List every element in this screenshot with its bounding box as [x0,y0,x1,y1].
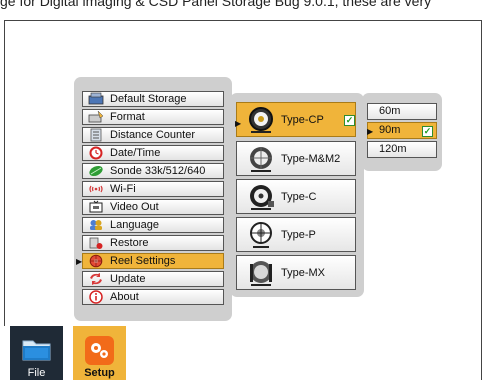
menu-label-format: Format [110,111,145,123]
length-label-120m: 120m [379,143,407,155]
reel-p-icon [250,222,272,248]
menu-item-restore[interactable]: Restore [82,235,224,251]
tab-file[interactable]: File [10,326,63,380]
reel-type-cp[interactable]: Type-CP ✓ [236,102,356,137]
reel-type-mm2[interactable]: Type-M&M2 [236,141,356,176]
reel-mx-icon [250,261,272,286]
wifi-icon [87,182,105,196]
menu-item-about[interactable]: About [82,289,224,305]
reel-type-c[interactable]: Type-C [236,179,356,214]
reel-label-p: Type-P [281,229,316,241]
sonde-icon [87,164,105,178]
screen-border-top [4,20,482,21]
menu-label-restore: Restore [110,237,149,249]
menu-label-reel-settings: Reel Settings [110,255,176,267]
video-out-icon [87,200,105,214]
reel-selection-arrow: ▶ [235,119,242,128]
tab-setup-label: Setup [84,367,115,379]
format-icon [87,110,105,124]
length-60m[interactable]: 60m [367,103,437,120]
reel-type-panel: Type-CP ✓ Type-M&M2 Type-C Type-P Type-M… [230,93,364,297]
menu-label-sonde: Sonde 33k/512/640 [110,165,206,177]
menu-item-format[interactable]: Format [82,109,224,125]
reel-type-mx[interactable]: Type-MX [236,255,356,290]
length-label-60m: 60m [379,105,401,117]
reel-mm2-icon [250,147,272,172]
menu-label-date-time: Date/Time [110,147,161,159]
menu-label-default-storage: Default Storage [110,93,187,105]
language-icon [87,218,105,232]
clock-icon [87,146,105,160]
menu-label-wifi: Wi-Fi [110,183,136,195]
distance-counter-icon [87,128,105,142]
reel-type-p[interactable]: Type-P [236,217,356,252]
reel-settings-icon [87,254,105,268]
storage-icon [87,92,105,106]
menu-item-distance-counter[interactable]: Distance Counter [82,127,224,143]
folder-icon [22,340,51,361]
menu-item-default-storage[interactable]: Default Storage [82,91,224,107]
menu-label-distance-counter: Distance Counter [110,129,195,141]
settings-menu-panel: Default Storage Format Distance Counter … [74,77,232,321]
menu-label-update: Update [110,273,146,285]
menu-selection-arrow: ▶ [76,257,83,266]
cable-length-panel: 60m 90m ✓ 120m [362,93,442,171]
reel-cp-check-icon: ✓ [344,115,355,126]
clipped-header-text: ge for Digital lmaging & CSD Panel Stora… [0,0,432,9]
menu-item-wifi[interactable]: Wi-Fi [82,181,224,197]
reel-label-mm2: Type-M&M2 [281,153,341,165]
reel-c-icon [250,185,274,210]
reel-label-mx: Type-MX [281,267,326,279]
menu-item-language[interactable]: Language [82,217,224,233]
length-120m[interactable]: 120m [367,141,437,158]
length-90m-check-icon: ✓ [422,126,433,137]
length-selection-arrow: ▶ [367,127,374,136]
menu-item-reel-settings[interactable]: Reel Settings [82,253,224,269]
menu-label-language: Language [110,219,159,231]
menu-item-sonde[interactable]: Sonde 33k/512/640 [82,163,224,179]
menu-item-update[interactable]: Update [82,271,224,287]
length-label-90m: 90m [379,124,401,136]
update-icon [87,272,105,286]
restore-icon [87,236,105,250]
length-90m[interactable]: 90m ✓ [367,122,437,139]
reel-cp-icon [249,107,273,133]
screen-border-left [4,20,5,326]
screen-border-right [481,20,482,380]
menu-item-video-out[interactable]: Video Out [82,199,224,215]
menu-item-date-time[interactable]: Date/Time [82,145,224,161]
tab-setup[interactable]: Setup [73,326,126,380]
menu-label-video-out: Video Out [110,201,159,213]
info-icon [87,290,105,304]
reel-label-cp: Type-CP [281,114,324,126]
tab-file-label: File [27,367,46,379]
reel-label-c: Type-C [281,191,317,203]
clipped-header-text-strip: ge for Digital lmaging & CSD Panel Stora… [0,0,486,20]
menu-label-about: About [110,291,139,303]
gears-icon [85,336,114,365]
